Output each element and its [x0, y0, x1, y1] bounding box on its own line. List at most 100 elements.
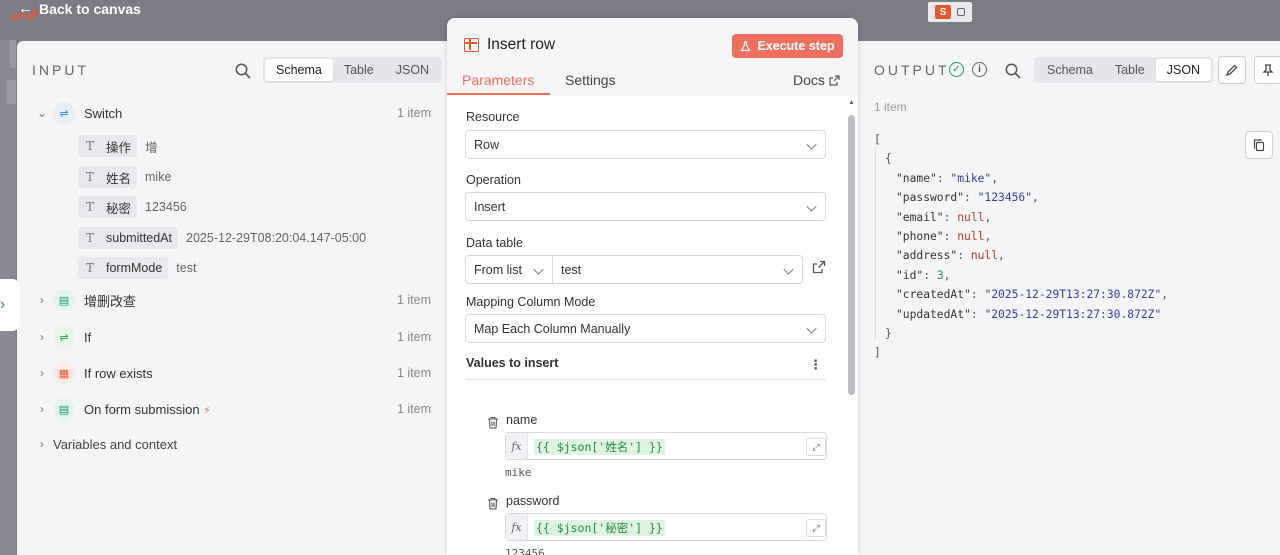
node-thumb-checkbox-icon	[957, 8, 965, 16]
search-icon[interactable]	[234, 62, 252, 80]
json-token: ,	[991, 171, 999, 185]
operation-select[interactable]: Insert	[465, 192, 826, 221]
expression-preview: 123456	[505, 547, 545, 555]
mapping-mode-select[interactable]: Map Each Column Manually	[465, 314, 826, 343]
edit-output-button[interactable]	[1218, 56, 1246, 84]
resource-select[interactable]: Row	[465, 130, 826, 159]
canvas-node-thumbnail: S	[928, 2, 972, 22]
schema-field[interactable]: T 秘密 123456	[78, 195, 187, 219]
json-line: "address": null,	[896, 249, 1005, 262]
chevron-right-icon[interactable]: ›	[37, 437, 47, 451]
item-count: 1 item	[396, 330, 431, 344]
expression-code: {{ $json['姓名'] }}	[534, 439, 665, 455]
schema-field[interactable]: T 姓名 mike	[78, 165, 171, 189]
docs-link[interactable]: Docs	[793, 72, 840, 88]
field-key-pill: T 秘密	[78, 196, 138, 218]
input-node-row[interactable]: › ⇌ If 1 item	[17, 322, 447, 352]
scroll-up-icon[interactable]: ▲	[848, 99, 855, 106]
field-value: 增	[145, 140, 158, 155]
input-tab-table[interactable]: Table	[333, 59, 385, 81]
input-node-row[interactable]: ⌄ ⇌ Switch 1 item	[17, 98, 447, 128]
data-table-select[interactable]: test	[553, 255, 803, 284]
expression-code: {{ $json['秘密'] }}	[534, 520, 665, 536]
operation-label: Operation	[466, 173, 521, 187]
chevron-right-icon[interactable]: ›	[37, 402, 47, 416]
parameters-form: Resource Row Operation Insert Data table…	[447, 96, 858, 555]
tab-parameters[interactable]: Parameters	[462, 72, 534, 88]
output-tab-json[interactable]: JSON	[1155, 59, 1212, 81]
json-token: :	[964, 191, 978, 205]
node-title[interactable]: Insert row	[487, 36, 555, 54]
item-count: 1 item	[396, 106, 431, 120]
mapping-mode-value: Map Each Column Manually	[474, 321, 631, 336]
item-count: 1 item	[396, 293, 431, 307]
node-card-header: Insert row Execute step Parameters Setti…	[447, 18, 858, 96]
tab-settings[interactable]: Settings	[565, 72, 616, 88]
input-tab-json[interactable]: JSON	[385, 59, 440, 81]
if-icon: ⇌	[53, 326, 75, 348]
json-token: "email"	[896, 210, 944, 224]
expression-input[interactable]: fx {{ $json['姓名'] }} ⤢	[505, 432, 827, 460]
output-tab-table[interactable]: Table	[1104, 59, 1156, 81]
json-line: "phone": null,	[896, 230, 991, 243]
node-name: If	[84, 329, 92, 345]
chevron-right-icon[interactable]: ›	[37, 330, 47, 344]
fx-icon: fx	[506, 514, 528, 540]
json-token: ,	[998, 249, 1005, 263]
chevron-right-icon[interactable]: ›	[37, 293, 47, 307]
pin-output-button[interactable]	[1254, 56, 1280, 84]
execute-step-button[interactable]: Execute step	[732, 34, 843, 58]
back-to-canvas-button[interactable]: ← Back to canvas	[18, 0, 141, 17]
input-node-row[interactable]: › ▤ 增删改查 1 item	[17, 285, 447, 315]
json-token: "2025-12-29T13:27:30.872Z"	[984, 307, 1162, 321]
schema-field[interactable]: TformMode test	[78, 256, 196, 280]
input-node-row[interactable]: › ▦ If row exists 1 item	[17, 358, 447, 388]
resource-value: Row	[474, 137, 500, 152]
trash-icon[interactable]	[487, 416, 499, 429]
copy-json-button[interactable]	[1245, 131, 1273, 159]
expression-input[interactable]: fx {{ $json['秘密'] }} ⤢	[505, 513, 827, 541]
external-link-icon[interactable]	[812, 260, 826, 274]
chevron-down-icon[interactable]: ⌄	[37, 106, 47, 120]
canvas-sidebar-block	[10, 40, 16, 68]
schema-field[interactable]: T 操作 增	[78, 134, 158, 158]
input-node-row[interactable]: › ▤ On form submission ⚡ 1 item	[17, 394, 447, 424]
json-line: "createdAt": "2025-12-29T13:27:30.872Z",	[896, 288, 1168, 301]
more-options-icon[interactable]: ⋮	[809, 357, 822, 373]
variables-context-row[interactable]: › Variables and context	[17, 433, 447, 457]
json-token: :	[923, 268, 937, 282]
execute-step-label: Execute step	[757, 39, 835, 53]
resource-label: Resource	[466, 110, 520, 124]
scrollbar[interactable]	[848, 115, 855, 395]
json-token: :	[970, 307, 985, 321]
copy-icon	[1253, 139, 1265, 152]
table-icon: ▦	[53, 362, 75, 384]
open-expression-editor-icon[interactable]: ⤢	[806, 438, 826, 456]
schema-field[interactable]: TsubmittedAt 2025-12-29T08:20:04.147-05:…	[78, 226, 366, 250]
open-expression-editor-icon[interactable]: ⤢	[806, 519, 826, 537]
json-token: 3	[936, 268, 944, 282]
json-token: [	[874, 133, 881, 146]
json-line: "password": "123456",	[896, 191, 1039, 204]
text-type-icon: T	[85, 231, 94, 245]
trash-icon[interactable]	[487, 497, 499, 510]
chevron-right-icon[interactable]: ›	[37, 366, 47, 380]
input-tab-schema[interactable]: Schema	[265, 59, 333, 81]
drag-handle[interactable]: ›	[0, 279, 20, 331]
mapping-mode-label: Mapping Column Mode	[466, 295, 596, 309]
json-token: null	[957, 210, 985, 224]
field-value: test	[176, 261, 197, 275]
variables-context-label: Variables and context	[53, 437, 178, 452]
values-section-title: Values to insert	[466, 356, 559, 370]
json-token: ]	[874, 346, 881, 360]
canvas-sidebar-block	[6, 80, 16, 104]
fx-icon: fx	[506, 433, 528, 459]
chevron-down-icon	[783, 264, 794, 275]
output-tab-schema[interactable]: Schema	[1036, 59, 1104, 81]
data-table-mode-select[interactable]: From list	[465, 255, 553, 284]
node-name: If row exists	[84, 365, 153, 381]
info-icon[interactable]: i	[972, 62, 987, 77]
search-icon[interactable]	[1004, 62, 1022, 80]
output-panel-title: OUTPUT	[874, 62, 950, 78]
json-token: "mike"	[950, 171, 992, 185]
